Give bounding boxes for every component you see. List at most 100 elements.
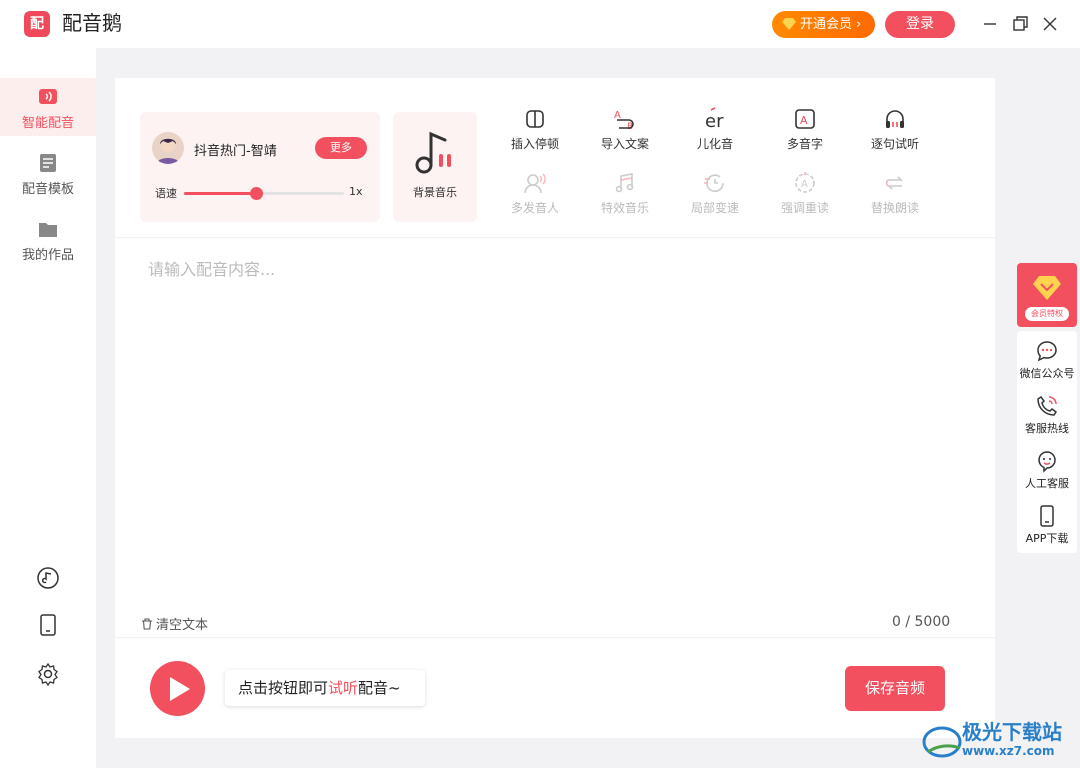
login-button[interactable]: 登录 — [885, 11, 955, 38]
speed-change-icon — [704, 174, 724, 193]
pause-block-icon — [526, 110, 544, 128]
save-audio-button[interactable]: 保存音频 — [845, 666, 945, 711]
headphones-icon — [886, 110, 904, 128]
music-note-icon — [415, 131, 451, 174]
hint-highlight: 试听 — [328, 679, 359, 697]
chevron-right-icon: › — [852, 17, 862, 32]
service-face-icon — [1038, 451, 1056, 473]
float-item-label: APP下载 — [1025, 532, 1069, 545]
float-item-label: 客服热线 — [1025, 422, 1069, 435]
float-item-label: 人工客服 — [1025, 477, 1069, 490]
tool-label: 插入停顿 — [510, 137, 559, 151]
human-support-button[interactable]: 人工客服 — [1017, 449, 1077, 491]
sidebar-item-my-works[interactable]: 我的作品 — [0, 210, 96, 268]
vip-privilege-button[interactable]: 会员特权 — [1017, 263, 1077, 327]
music-disc-icon[interactable] — [36, 566, 60, 590]
sidebar-item-label: 我的作品 — [21, 248, 74, 263]
app-download-button[interactable]: APP下载 — [1017, 504, 1077, 546]
tool-multi-speaker[interactable]: 多发音人 — [490, 171, 580, 221]
tool-replace-reading[interactable]: 替换朗读 — [850, 171, 940, 221]
trash-icon — [142, 618, 152, 630]
sidebar-item-label: 配音模板 — [21, 182, 74, 197]
tool-effect-music[interactable]: 特效音乐 — [580, 171, 670, 221]
open-vip-label: 开通会员 — [800, 17, 853, 32]
diamond-icon — [782, 18, 796, 30]
tool-partial-speed[interactable]: 局部变速 — [670, 171, 760, 221]
dubbing-text-input[interactable] — [148, 256, 958, 596]
divider — [115, 237, 995, 238]
speed-label: 语速 — [155, 187, 177, 200]
tool-label: 强调重读 — [780, 201, 829, 215]
tool-label: 局部变速 — [690, 201, 739, 215]
sidebar-item-smart-dubbing[interactable]: 智能配音 — [0, 78, 96, 136]
background-music-label: 背景音乐 — [413, 186, 457, 199]
tool-label: 多发音人 — [510, 201, 559, 215]
speed-slider-handle[interactable] — [250, 187, 263, 200]
tool-polyphone[interactable]: A 多音字 — [760, 107, 850, 157]
er-icon: er — [705, 107, 724, 131]
tool-emphasis[interactable]: A 强调重读 — [760, 171, 850, 221]
speed-slider[interactable] — [184, 187, 344, 200]
sidebar-item-templates[interactable]: 配音模板 — [0, 144, 96, 202]
clear-text-button[interactable]: 清空文本 — [141, 614, 208, 633]
sidebar-item-label: 智能配音 — [21, 116, 74, 131]
tool-label: 多音字 — [786, 137, 823, 151]
main-panel: 抖音热门-智靖 更多 语速 1x 背景音乐 插入停顿 AB 导入文案 er 儿化… — [115, 78, 995, 738]
divider — [115, 637, 995, 638]
hint-suffix: 配音~ — [358, 679, 401, 697]
speed-slider-fill — [184, 192, 256, 195]
play-icon — [170, 677, 190, 701]
polyphone-icon: A — [795, 109, 815, 129]
svg-text:A: A — [801, 179, 808, 190]
document-icon — [40, 154, 56, 172]
svg-text:er: er — [705, 111, 724, 131]
float-service-panel: 微信公众号 客服热线 人工客服 APP下载 — [1017, 331, 1077, 553]
phone-icon[interactable] — [36, 613, 60, 637]
character-counter: 0 / 5000 — [892, 614, 951, 630]
sidebar: 智能配音 配音模板 我的作品 — [0, 48, 96, 768]
folder-icon — [39, 223, 57, 237]
background-music-button[interactable]: 背景音乐 — [393, 112, 477, 222]
app-logo: 配 — [24, 11, 50, 37]
tool-insert-pause[interactable]: 插入停顿 — [490, 107, 580, 157]
watermark-text: 极光下载站 — [962, 720, 1062, 744]
watermark-url: www.xz7.com — [962, 744, 1055, 758]
close-icon[interactable] — [1040, 14, 1060, 34]
play-button[interactable] — [150, 661, 205, 716]
speed-value: 1x — [349, 185, 363, 198]
minimize-icon[interactable] — [980, 14, 1000, 34]
emphasis-icon: A — [795, 172, 815, 193]
play-hint: 点击按钮即可试听配音~ — [225, 670, 425, 706]
tool-sentence-preview[interactable]: 逐句试听 — [850, 107, 940, 157]
settings-icon[interactable] — [36, 662, 60, 686]
chat-bubble-icon — [1037, 341, 1057, 362]
multi-speaker-icon — [524, 173, 546, 194]
hint-prefix: 点击按钮即可 — [238, 679, 329, 697]
service-hotline-button[interactable]: 客服热线 — [1017, 394, 1077, 436]
title-bar: 配 配音鹅 开通会员 › 登录 — [0, 0, 1080, 48]
tool-import-text[interactable]: AB 导入文案 — [580, 107, 670, 157]
wechat-official-account-button[interactable]: 微信公众号 — [1017, 339, 1077, 381]
more-voices-button[interactable]: 更多 — [315, 137, 367, 159]
import-ab-icon: AB — [614, 110, 634, 131]
replace-icon — [885, 176, 903, 190]
mobile-icon — [1040, 505, 1054, 527]
float-item-label: 微信公众号 — [1019, 367, 1075, 380]
effect-music-icon — [615, 173, 634, 193]
diamond-icon — [1033, 276, 1061, 300]
svg-text:A: A — [800, 114, 808, 127]
tool-label: 儿化音 — [696, 137, 733, 151]
tool-label: 替换朗读 — [870, 201, 919, 215]
avatar — [152, 132, 184, 164]
clear-text-label: 清空文本 — [156, 618, 209, 633]
voice-card[interactable]: 抖音热门-智靖 更多 语速 1x — [140, 112, 380, 222]
voice-name: 抖音热门-智靖 — [194, 144, 277, 159]
restore-icon[interactable] — [1010, 14, 1030, 34]
tool-label: 导入文案 — [600, 137, 649, 151]
tool-label: 逐句试听 — [870, 137, 919, 151]
tool-label: 特效音乐 — [600, 201, 649, 215]
tool-erhua[interactable]: er 儿化音 — [670, 107, 760, 157]
phone-call-icon — [1037, 395, 1058, 416]
voice-wave-icon — [39, 89, 57, 104]
open-vip-button[interactable]: 开通会员 › — [772, 11, 875, 38]
